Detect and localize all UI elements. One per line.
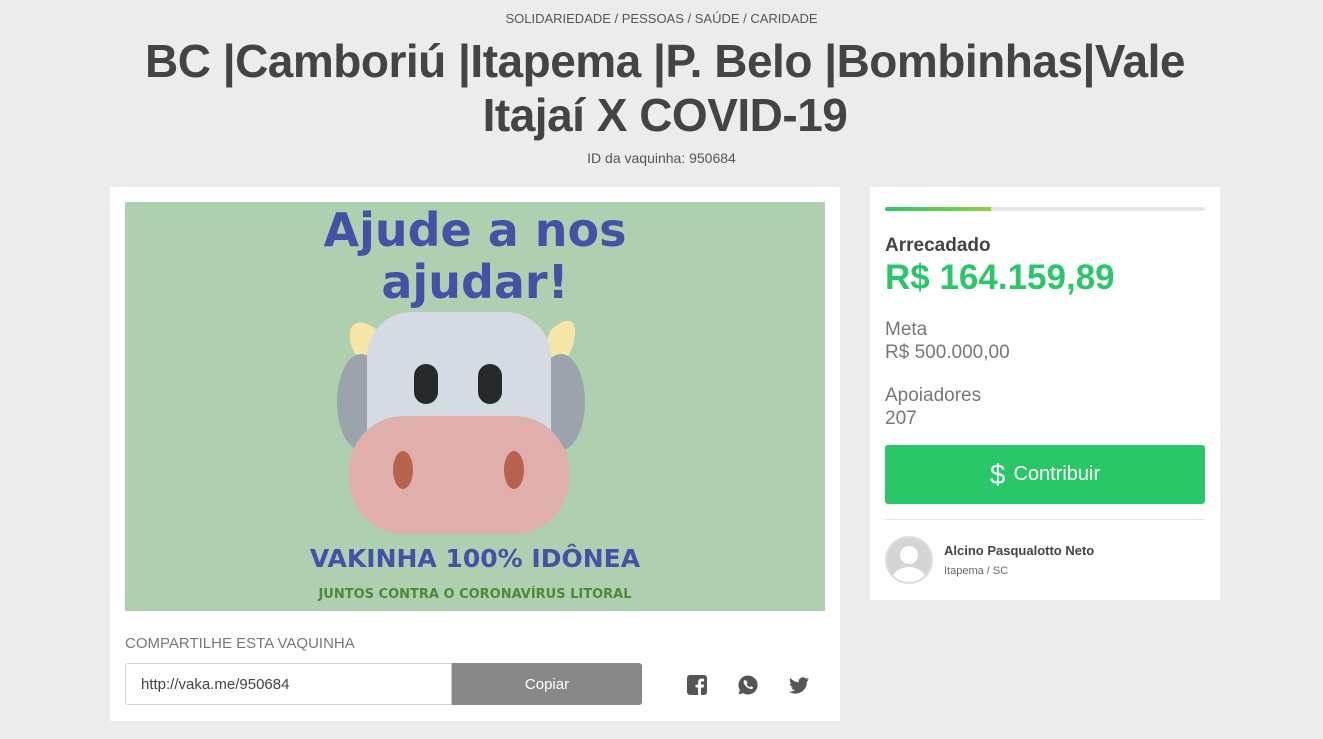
category-breadcrumb[interactable]: SOLIDARIEDADE / PESSOAS / SAÚDE / CARIDA…: [0, 11, 1323, 26]
banner-tagline: VAKINHA 100% IDÔNEA: [309, 544, 641, 573]
divider: [885, 519, 1205, 520]
whatsapp-icon[interactable]: [737, 674, 759, 696]
supporters-label: Apoiadores: [885, 385, 982, 406]
user-silhouette-icon: [892, 546, 926, 582]
raised-label: Arrecadado: [885, 235, 991, 256]
banner-headline-line1: Ajude a nos: [323, 203, 627, 257]
owner-name[interactable]: Alcino Pasqualotto Neto: [944, 543, 1094, 558]
progress-fill: [885, 207, 991, 211]
contribute-label: Contribuir: [1013, 463, 1101, 485]
avatar[interactable]: [885, 536, 933, 584]
campaign-main-card: Ajude a nos ajudar! VAKINHA 100% IDÔNEA …: [110, 187, 840, 721]
contribute-button[interactable]: $ Contribuir: [885, 445, 1205, 504]
share-label: COMPARTILHE ESTA VAQUINHA: [125, 635, 355, 652]
twitter-icon[interactable]: [788, 674, 810, 696]
campaign-banner-image: Ajude a nos ajudar! VAKINHA 100% IDÔNEA …: [125, 202, 825, 611]
page-title: BC |Camboriú |Itapema |P. Belo |Bombinha…: [145, 35, 1186, 141]
copy-button[interactable]: Copiar: [452, 663, 642, 705]
banner-headline-line2: ajudar!: [381, 255, 569, 309]
progress-bar: [885, 207, 1205, 211]
banner-subtagline: JUNTOS CONTRA O CORONAVÍRUS LITORAL: [318, 587, 632, 602]
facebook-icon[interactable]: [686, 674, 708, 696]
goal-label: Meta: [885, 319, 928, 340]
raised-value: R$ 164.159,89: [885, 258, 1115, 297]
dollar-icon: $: [989, 458, 1006, 490]
banner-headline: Ajude a nos ajudar!: [125, 202, 825, 308]
campaign-id: ID da vaquinha: 950684: [587, 150, 736, 166]
campaign-stats-card: Arrecadado R$ 164.159,89 Meta R$ 500.000…: [870, 187, 1220, 600]
supporters-value: 207: [885, 408, 917, 429]
owner-location: Itapema / SC: [944, 565, 1009, 577]
goal-value: R$ 500.000,00: [885, 342, 1010, 363]
share-url-input[interactable]: [125, 663, 452, 705]
